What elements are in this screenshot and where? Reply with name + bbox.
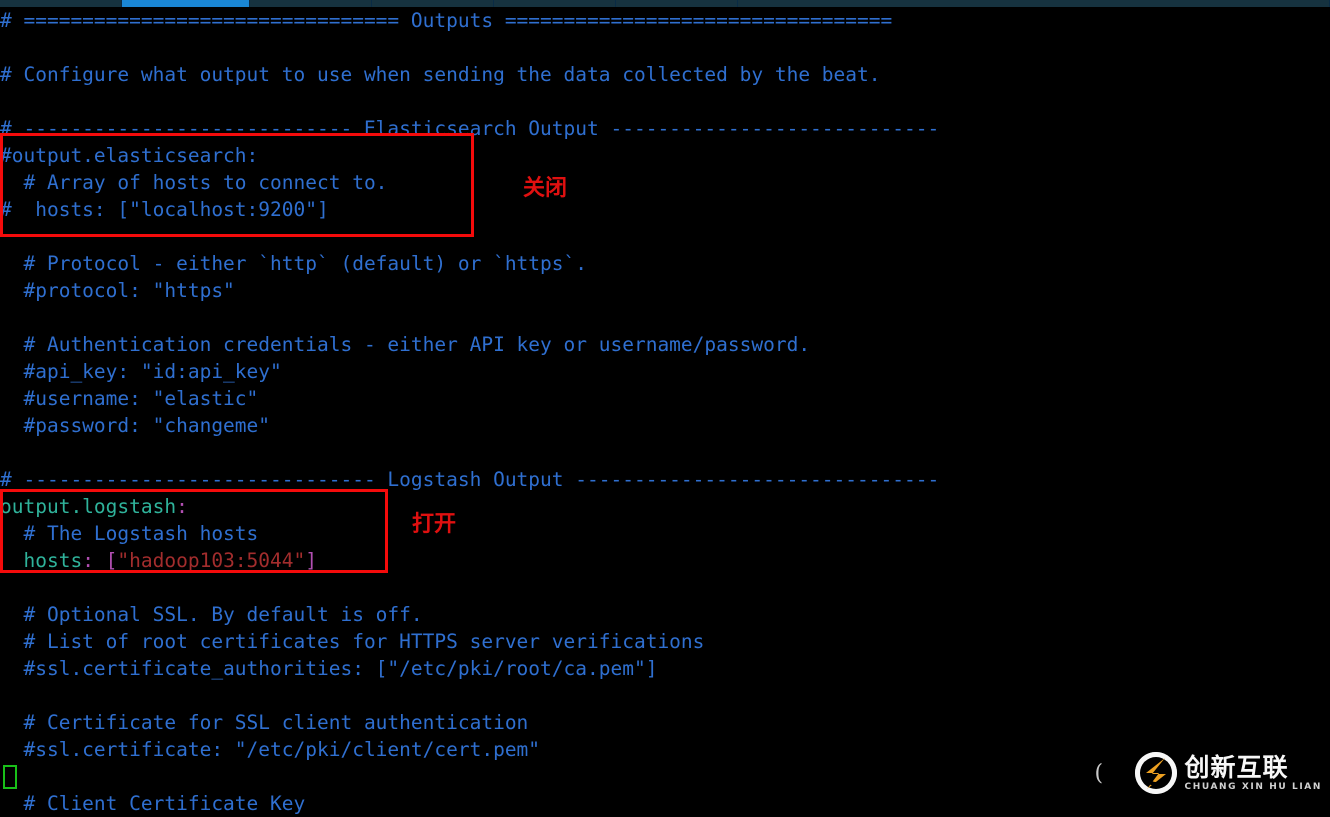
terminal-line: hosts: ["hadoop103:5044"] <box>0 547 317 574</box>
terminal-tab-4[interactable] <box>494 0 616 7</box>
watermark-wordmark: 创新互联 CHUANG XIN HU LIAN <box>1185 755 1323 792</box>
terminal-text-segment: #api_key: "id:api_key" <box>0 360 282 383</box>
terminal-text-segment: #password: "changeme" <box>0 414 270 437</box>
terminal-line: # Client Certificate Key <box>0 790 305 817</box>
terminal-text-segment: "hadoop103:5044" <box>117 549 305 572</box>
terminal-text-segment: # ------------------------------ Logstas… <box>0 468 939 491</box>
terminal-line: # List of root certificates for HTTPS se… <box>0 628 704 655</box>
terminal-tab-1[interactable] <box>122 0 250 7</box>
terminal-tab-2[interactable] <box>250 0 372 7</box>
terminal-line: # Configure what output to use when send… <box>0 61 881 88</box>
terminal-text-segment: # Optional SSL. By default is off. <box>0 603 423 626</box>
elasticsearch-output-highlight-label: 关闭 <box>523 178 567 200</box>
terminal-text-segment: # Authentication credentials - either AP… <box>0 333 810 356</box>
terminal-text-area[interactable]: # ================================ Outpu… <box>0 7 1330 800</box>
terminal-line: # Certificate for SSL client authenticat… <box>0 709 528 736</box>
terminal-text-segment: # The Logstash hosts <box>0 522 258 545</box>
terminal-line: #password: "changeme" <box>0 412 270 439</box>
terminal-line: # ------------------------------ Logstas… <box>0 466 939 493</box>
terminal-text-segment: #ssl.certificate_authorities: ["/etc/pki… <box>0 657 657 680</box>
terminal-line: #protocol: "https" <box>0 277 235 304</box>
terminal-text-segment: #ssl.certificate: "/etc/pki/client/cert.… <box>0 738 540 761</box>
terminal-line: # Authentication credentials - either AP… <box>0 331 810 358</box>
terminal-text-segment: # Certificate for SSL client authenticat… <box>0 711 528 734</box>
terminal-line: # Optional SSL. By default is off. <box>0 601 423 628</box>
watermark-paren-artifact: ( <box>1095 761 1104 786</box>
terminal-text-segment: # Array of hosts to connect to. <box>0 171 387 194</box>
logstash-output-highlight-label: 打开 <box>412 514 456 536</box>
terminal-text-segment: #output.elasticsearch: <box>0 144 258 167</box>
terminal-tab-0[interactable] <box>0 0 122 7</box>
terminal-text-segment: #protocol: "https" <box>0 279 235 302</box>
terminal-text-segment: output.logstash <box>0 495 176 518</box>
terminal-line: output.logstash: <box>0 493 188 520</box>
terminal-line: # ================================ Outpu… <box>0 7 892 34</box>
terminal-text-segment: [ <box>106 549 118 572</box>
terminal-text-segment: # ================================ Outpu… <box>0 9 892 32</box>
terminal-text-segment: # ---------------------------- Elasticse… <box>0 117 939 140</box>
terminal-line: # The Logstash hosts <box>0 520 258 547</box>
terminal-line: #api_key: "id:api_key" <box>0 358 282 385</box>
terminal-text-segment: hosts <box>0 549 82 572</box>
terminal-line: #output.elasticsearch: <box>0 142 258 169</box>
terminal-line: #ssl.certificate: "/etc/pki/client/cert.… <box>0 736 540 763</box>
terminal-line: #ssl.certificate_authorities: ["/etc/pki… <box>0 655 657 682</box>
terminal-line: # ---------------------------- Elasticse… <box>0 115 939 142</box>
terminal-tab-5[interactable] <box>616 0 738 7</box>
terminal-line: #username: "elastic" <box>0 385 258 412</box>
terminal-tab-strip[interactable] <box>0 0 1330 7</box>
terminal-text-segment: # Configure what output to use when send… <box>0 63 881 86</box>
terminal-text-segment: : <box>82 549 105 572</box>
watermark: ( 创新互联 CHUANG XIN HU LIAN <box>1135 752 1323 794</box>
text-cursor <box>3 765 17 789</box>
terminal-text-segment: #username: "elastic" <box>0 387 258 410</box>
terminal-text-segment: # hosts: ["localhost:9200"] <box>0 198 329 221</box>
terminal-line: # Array of hosts to connect to. <box>0 169 387 196</box>
watermark-logo-icon <box>1135 752 1177 794</box>
terminal-text-segment: # Client Certificate Key <box>0 792 305 815</box>
terminal-line: # hosts: ["localhost:9200"] <box>0 196 329 223</box>
terminal-text-segment: # List of root certificates for HTTPS se… <box>0 630 704 653</box>
watermark-pinyin: CHUANG XIN HU LIAN <box>1185 783 1323 792</box>
terminal-text-segment: # Protocol - either `http` (default) or … <box>0 252 587 275</box>
terminal-tab-6[interactable] <box>738 0 1330 7</box>
terminal-line: # Protocol - either `http` (default) or … <box>0 250 587 277</box>
watermark-chinese: 创新互联 <box>1185 755 1323 780</box>
terminal-text-segment: : <box>176 495 188 518</box>
terminal-tab-3[interactable] <box>372 0 494 7</box>
terminal-text-segment: ] <box>305 549 317 572</box>
